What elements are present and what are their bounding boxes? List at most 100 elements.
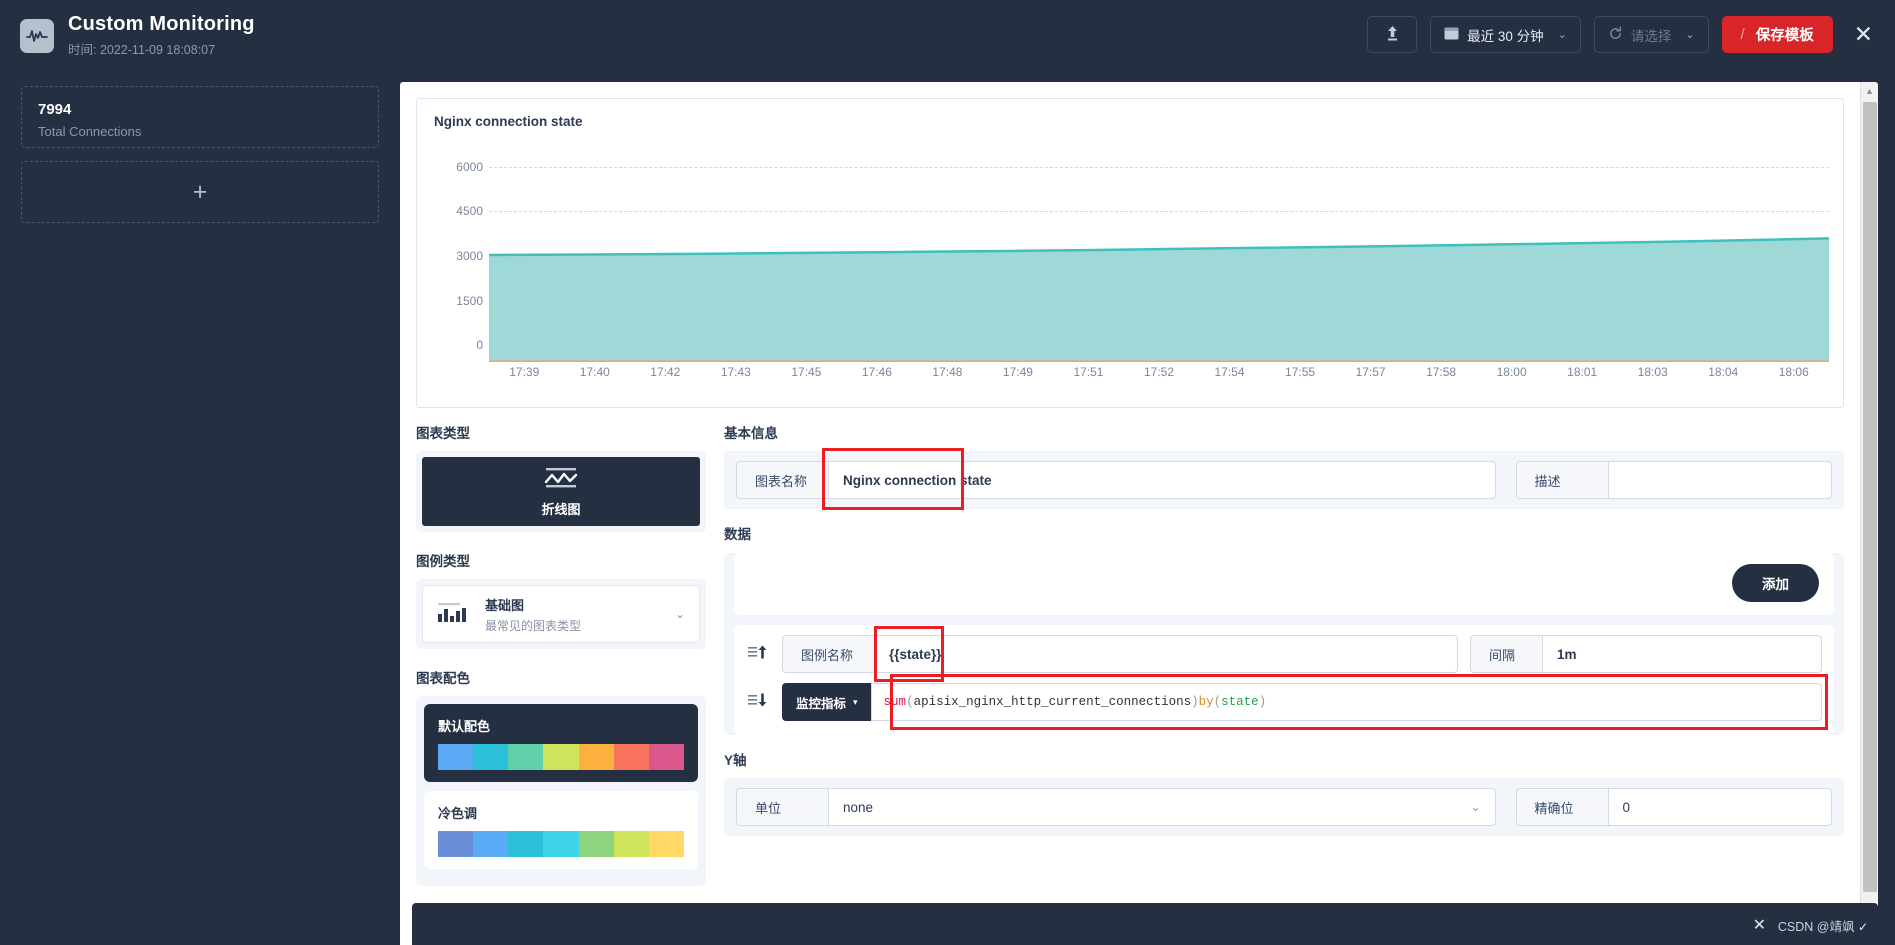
vertical-scrollbar[interactable]: ▲: [1860, 82, 1878, 945]
palette-option-default[interactable]: 默认配色: [424, 704, 698, 782]
refresh-interval-select[interactable]: 请选择 ⌄: [1593, 16, 1709, 53]
caret-down-icon: ▾: [853, 696, 858, 707]
close-icon[interactable]: ✕: [1846, 23, 1881, 46]
metric-selector-label: 监控指标: [796, 696, 847, 711]
activity-pulse-icon: [20, 18, 54, 53]
palette-swatch: [648, 831, 684, 857]
legend-type-name: 基础图: [485, 597, 525, 613]
promql-expression-input[interactable]: sum(apisix_nginx_http_current_connection…: [870, 683, 1822, 721]
precision-input[interactable]: 0: [1607, 788, 1832, 826]
y-tick-label: 4500: [456, 204, 483, 219]
chart-preview-card: Nginx connection state 6000 4500 3000 15…: [416, 98, 1844, 408]
chevron-down-icon: ⌄: [1470, 800, 1481, 814]
chart-type-label: 折线图: [541, 502, 581, 517]
data-panel: 添加 图例名称 {{state}} 间隔 1m 监控指标 ▾ sum (api…: [724, 553, 1844, 735]
promql-token: ): [1191, 695, 1199, 709]
bottom-bar: ✕ CSDN @靖飒 ✓: [412, 903, 1878, 945]
chevron-down-icon: ⌄: [1557, 29, 1567, 41]
promql-token: apisix_nginx_http_current_connections: [913, 695, 1192, 709]
unit-select[interactable]: none ⌄: [828, 788, 1496, 826]
x-tick-label: 18:06: [1778, 365, 1809, 379]
add-panel-button[interactable]: +: [21, 161, 379, 223]
scrollbar-thumb[interactable]: [1863, 102, 1877, 892]
top-bar: Custom Monitoring 时间: 2022-11-09 18:08:0…: [0, 0, 1895, 72]
x-tick-label: 17:51: [1073, 365, 1104, 379]
x-tick-label: 17:39: [509, 365, 540, 379]
chart-name-input[interactable]: Nginx connection state: [828, 461, 1496, 499]
description-input[interactable]: [1607, 461, 1832, 499]
upload-icon: [1386, 25, 1399, 44]
data-panel-header: 添加: [734, 553, 1834, 615]
refresh-icon: [1608, 26, 1623, 44]
promql-token: (: [1213, 695, 1222, 709]
watermark: CSDN @靖飒 ✓: [1778, 916, 1868, 935]
y-axis-form: 单位 none ⌄ 精确位 0: [724, 778, 1844, 836]
stat-value: 7994: [38, 101, 72, 118]
close-icon[interactable]: ✕: [1753, 915, 1766, 935]
save-template-label: 保存模板: [1755, 28, 1814, 44]
unit-label: 单位: [736, 788, 828, 826]
legend-type-select[interactable]: 基础图 最常见的图表类型 ⌄: [422, 585, 700, 643]
description-label: 描述: [1515, 461, 1608, 499]
x-tick-label: 18:04: [1708, 365, 1739, 379]
interval-label: 间隔: [1469, 635, 1542, 673]
x-tick-label: 17:52: [1143, 365, 1175, 379]
legend-type-section-title: 图例类型: [416, 554, 470, 569]
x-tick-label: 17:57: [1355, 365, 1386, 379]
main-scroll-content: Nginx connection state 6000 4500 3000 15…: [400, 82, 1860, 945]
palette-option-cool[interactable]: 冷色调: [424, 791, 698, 869]
palette-swatch: [578, 744, 614, 770]
scroll-up-arrow-icon[interactable]: ▲: [1861, 82, 1878, 100]
x-tick-label: 18:00: [1496, 365, 1527, 379]
palette-swatch: [543, 831, 579, 857]
chart-name-field: 图表名称 Nginx connection state: [736, 448, 1496, 510]
area-fill: [489, 238, 1829, 362]
legend-name-input[interactable]: {{state}}: [874, 635, 1458, 673]
save-template-button[interactable]: / 保存模板: [1721, 16, 1833, 53]
drag-up-icon[interactable]: [746, 644, 770, 664]
interval-field: 间隔 1m: [1469, 635, 1822, 673]
x-tick-label: 18:03: [1637, 365, 1668, 379]
x-tick-label: 17:42: [650, 365, 681, 379]
x-tick-label: 17:40: [579, 365, 610, 379]
y-tick-label: 1500: [456, 293, 483, 308]
promql-token: state: [1221, 695, 1259, 709]
page-title: Custom Monitoring: [68, 13, 255, 35]
upload-button[interactable]: [1367, 16, 1418, 53]
data-section-title: 数据: [724, 527, 751, 542]
chevron-down-icon: ⌄: [674, 607, 685, 621]
chart-type-option-line[interactable]: 折线图: [422, 457, 700, 526]
palette-swatch: [613, 831, 649, 857]
palette-swatch: [438, 744, 474, 770]
timestamp-label: 时间: 2022-11-09 18:08:07: [68, 43, 216, 57]
chart-type-options: 折线图: [416, 451, 706, 532]
top-bar-actions: 最近 30 分钟 ⌄ 请选择 ⌄ / 保存模板 ✕: [1367, 16, 1881, 53]
line-chart-icon: [544, 465, 578, 494]
add-query-button[interactable]: 添加: [1732, 564, 1819, 602]
main-panel: Nginx connection state 6000 4500 3000 15…: [400, 82, 1878, 945]
stat-card-total-connections[interactable]: 7994 Total Connections: [21, 86, 379, 148]
basic-info-section-title: 基本信息: [724, 426, 778, 441]
config-area: 图表类型 折线图 图例类型 基础图 最常见的图表类型 ⌄ 图表配色 默认配色 冷…: [400, 422, 1860, 896]
metric-selector-button[interactable]: 监控指标 ▾: [782, 683, 871, 721]
interval-input[interactable]: 1m: [1541, 635, 1822, 673]
x-tick-label: 18:01: [1567, 365, 1598, 379]
query-row-legend: 图例名称 {{state}} 间隔 1m: [746, 626, 1822, 682]
plus-icon: +: [192, 177, 208, 206]
unit-value: none: [843, 799, 874, 815]
palette-options: 默认配色 冷色调: [416, 696, 706, 886]
y-tick-label: 0: [476, 338, 483, 353]
y-tick-label: 6000: [456, 159, 483, 174]
time-range-picker[interactable]: 最近 30 分钟 ⌄: [1430, 16, 1581, 53]
legend-name-field: 图例名称 {{state}}: [782, 626, 1458, 682]
promql-token: sum: [883, 695, 907, 709]
y-axis-tick-labels: 6000 4500 3000 1500 0: [417, 139, 487, 362]
description-field: 描述: [1515, 461, 1832, 499]
precision-field: 精确位 0: [1515, 788, 1832, 826]
promql-token: (: [906, 695, 914, 709]
promql-token: by: [1198, 695, 1214, 709]
promql-token: ): [1258, 695, 1267, 709]
drag-down-icon[interactable]: [746, 692, 770, 712]
y-tick-label: 3000: [456, 249, 483, 264]
palette-swatch: [648, 744, 684, 770]
